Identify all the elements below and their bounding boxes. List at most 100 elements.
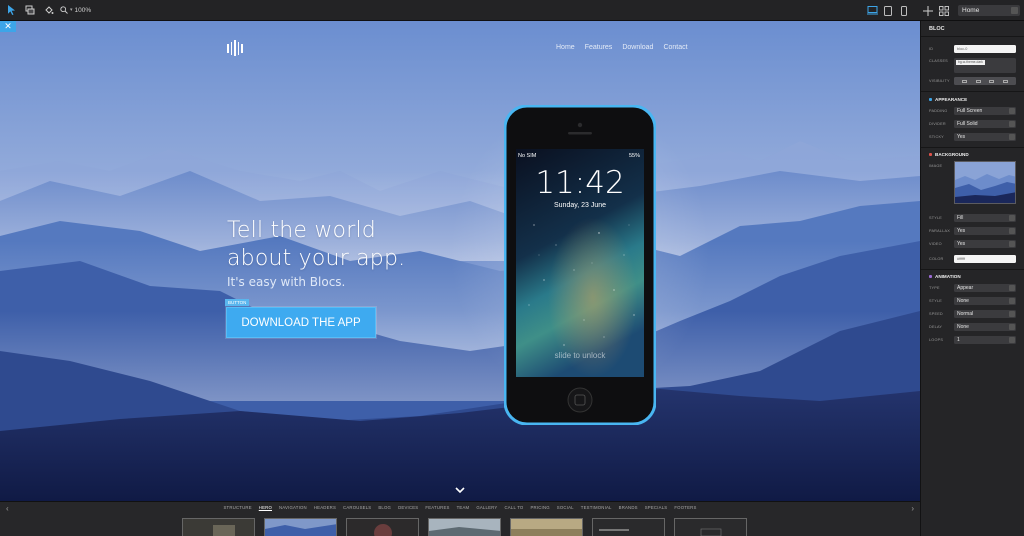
- design-canvas[interactable]: ✕ Home Features Download Contact Tell th…: [0, 21, 920, 501]
- close-bloc-button[interactable]: ✕: [0, 21, 16, 32]
- color-row: COLOR #ffffff: [929, 254, 1016, 264]
- color-field[interactable]: #ffffff: [954, 255, 1016, 263]
- template-preview-image: [183, 519, 254, 536]
- tab-navigation[interactable]: NAVIGATION: [279, 505, 307, 510]
- select-arrow-icon: [1009, 121, 1015, 127]
- visibility-label: VISIBILITY: [929, 79, 950, 83]
- background-section-header[interactable]: BACKGROUND: [929, 152, 969, 157]
- background-image-thumbnail[interactable]: [954, 161, 1016, 204]
- anim-style-select[interactable]: None: [954, 297, 1016, 305]
- padding-select[interactable]: Full Screen: [954, 107, 1016, 115]
- nav-link-download[interactable]: Download: [622, 44, 653, 51]
- tab-blog[interactable]: BLOG: [378, 505, 391, 510]
- hero-subheadline[interactable]: It's easy with Blocs.: [227, 275, 345, 289]
- tab-devices[interactable]: DEVICES: [398, 505, 418, 510]
- phone-mockup[interactable]: No SIM 55% 11:42 Sunday, 23 June slide t…: [504, 105, 656, 425]
- template-thumbnail[interactable]: [674, 518, 747, 536]
- video-select[interactable]: Yes: [954, 240, 1016, 248]
- tablet-view-icon[interactable]: [882, 5, 894, 17]
- animation-title: ANIMATION: [935, 274, 961, 279]
- phone-time: 11:42: [535, 165, 625, 201]
- scroll-down-chevron-icon[interactable]: [455, 486, 465, 494]
- style-select[interactable]: Fill: [954, 214, 1016, 222]
- delay-select[interactable]: None: [954, 323, 1016, 331]
- animation-dot: [929, 275, 932, 278]
- site-logo[interactable]: [227, 40, 245, 56]
- tab-specials[interactable]: SPECIALS: [645, 505, 668, 510]
- page-select[interactable]: Home: [958, 5, 1020, 16]
- zoom-control[interactable]: ▾ 100%: [60, 6, 91, 14]
- pointer-tool-icon[interactable]: [3, 2, 19, 18]
- class-tag[interactable]: bg-w-theme-dark: [956, 60, 985, 65]
- divider-select[interactable]: Full Solid: [954, 120, 1016, 128]
- download-app-button[interactable]: DOWNLOAD THE APP: [226, 307, 376, 338]
- phone-view-icon[interactable]: [898, 5, 910, 17]
- select-arrow-icon: [1009, 108, 1015, 114]
- sticky-row: STICKY Yes: [929, 132, 1016, 142]
- tab-gallery[interactable]: GALLERY: [476, 505, 497, 510]
- loops-value: 1: [957, 337, 960, 343]
- nav-link-contact[interactable]: Contact: [663, 44, 687, 51]
- classes-field[interactable]: bg-w-theme-dark: [954, 58, 1016, 73]
- tablet-visibility-icon[interactable]: [989, 79, 995, 83]
- hero-headline[interactable]: Tell the world about your app.: [227, 217, 447, 273]
- layers-tool-icon[interactable]: [22, 2, 38, 18]
- video-value: Yes: [957, 241, 966, 247]
- anim-style-row: STYLE None: [929, 296, 1016, 306]
- tab-call-to[interactable]: CALL TO: [504, 505, 523, 510]
- desktop-visibility-icon[interactable]: [962, 79, 968, 83]
- select-arrow-icon: [1009, 285, 1015, 291]
- tab-footers[interactable]: FOOTERS: [674, 505, 696, 510]
- template-preview-image: [265, 519, 336, 536]
- template-preview-image: [675, 519, 746, 536]
- sticky-select[interactable]: Yes: [954, 133, 1016, 141]
- desktop-view-icon[interactable]: [866, 5, 878, 17]
- speed-select[interactable]: Normal: [954, 310, 1016, 318]
- tab-structure[interactable]: STRUCTURE: [223, 505, 251, 510]
- appearance-section-header[interactable]: APPEARANCE: [929, 97, 967, 102]
- grid-view-icon[interactable]: [938, 5, 950, 17]
- speed-label: SPEED: [929, 312, 943, 316]
- style-row: STYLE Fill: [929, 213, 1016, 223]
- tab-hero[interactable]: HERO: [259, 505, 272, 510]
- tab-brands[interactable]: BRANDS: [619, 505, 638, 510]
- page-select-arrow-icon: [1011, 7, 1018, 14]
- id-row: ID bloc-0: [929, 44, 1016, 54]
- loops-stepper[interactable]: 1: [954, 336, 1016, 344]
- tab-team[interactable]: TEAM: [457, 505, 470, 510]
- template-thumbnail[interactable]: [510, 518, 583, 536]
- visibility-toggles[interactable]: [954, 77, 1016, 85]
- template-thumbnail[interactable]: [346, 518, 419, 536]
- nav-link-home[interactable]: Home: [556, 44, 575, 51]
- sticky-value: Yes: [957, 134, 966, 140]
- parallax-select[interactable]: Yes: [954, 227, 1016, 235]
- phone-visibility-icon[interactable]: [1002, 79, 1008, 83]
- background-dot: [929, 153, 932, 156]
- divider: [921, 269, 1024, 270]
- template-thumbnail[interactable]: [182, 518, 255, 536]
- tab-social[interactable]: SOCIAL: [557, 505, 574, 510]
- type-value: Appear: [957, 285, 974, 291]
- tab-headers[interactable]: HEADERS: [314, 505, 336, 510]
- tab-pricing[interactable]: PRICING: [530, 505, 549, 510]
- animation-section-header[interactable]: ANIMATION: [929, 274, 961, 279]
- paint-bucket-icon[interactable]: [41, 2, 57, 18]
- add-bloc-icon[interactable]: [922, 5, 934, 17]
- nav-link-features[interactable]: Features: [585, 44, 613, 51]
- template-thumbnail[interactable]: [592, 518, 665, 536]
- template-thumbnail[interactable]: [428, 518, 501, 536]
- type-select[interactable]: Appear: [954, 284, 1016, 292]
- tab-features[interactable]: FEATURES: [425, 505, 449, 510]
- id-field[interactable]: bloc-0: [954, 45, 1016, 53]
- id-label: ID: [929, 47, 934, 51]
- laptop-visibility-icon[interactable]: [975, 79, 981, 83]
- anim-style-label: STYLE: [929, 299, 943, 303]
- select-arrow-icon: [1009, 311, 1015, 317]
- tab-testimonial[interactable]: TESTIMONIAL: [581, 505, 612, 510]
- zoom-caret: ▾: [70, 7, 73, 13]
- magnifier-icon: [60, 6, 68, 14]
- padding-row: PADDING Full Screen: [929, 106, 1016, 116]
- template-thumbnail[interactable]: [264, 518, 337, 536]
- divider: [921, 36, 1024, 37]
- tab-carousels[interactable]: CAROUSELS: [343, 505, 371, 510]
